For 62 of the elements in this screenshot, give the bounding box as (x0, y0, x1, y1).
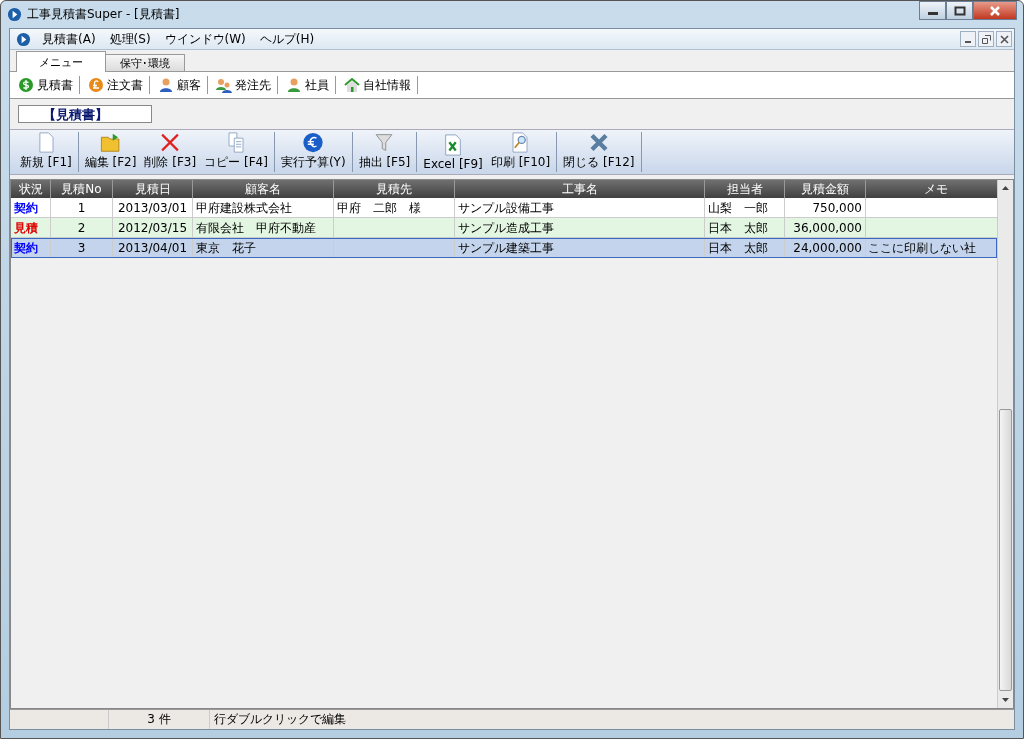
status-cell: 契約 (11, 238, 51, 258)
table-cell: 24,000,000 (785, 238, 866, 258)
toolbar-button[interactable]: 編集 [F2] (80, 130, 141, 174)
minimize-button[interactable] (960, 31, 976, 47)
menu-link[interactable]: 自社情報 (342, 76, 417, 94)
table-row[interactable]: 見積 2 2012/03/15 有限会社 甲府不動産 サンプル造成工事 日本 太郎 36,000,000 (11, 218, 997, 238)
maximize-button[interactable] (946, 1, 973, 20)
vertical-scrollbar[interactable] (997, 180, 1013, 708)
menu-link[interactable]: 発注先 (214, 76, 277, 94)
window-title: 工事見積書Super - [見積書] (27, 6, 180, 23)
person-icon (286, 77, 302, 93)
menu-link[interactable]: 顧客 (156, 76, 207, 94)
people-icon (216, 77, 232, 93)
table-cell: サンプル建築工事 (455, 238, 705, 258)
euro-coin-icon (302, 132, 325, 153)
delete-icon (159, 132, 182, 153)
minimize-icon (965, 40, 971, 43)
funnel-icon (373, 132, 396, 153)
status-hint: 行ダブルクリックで編集 (213, 711, 346, 728)
menu-link[interactable]: 注文書 (86, 76, 149, 94)
minimize-button[interactable] (919, 1, 946, 20)
table-row[interactable]: 契約 3 2013/04/01 東京 花子 サンプル建築工事 日本 太郎 24,000,000 ここに印刷しない社 (11, 238, 997, 258)
table-cell: 東京 花子 (193, 238, 334, 258)
tab[interactable]: メニュー (16, 51, 106, 72)
copy-icon (225, 132, 247, 153)
person-icon (158, 77, 174, 93)
scroll-thumb[interactable] (999, 409, 1012, 691)
restore-icon (981, 34, 991, 44)
toolbar-button[interactable]: 実行予算(Y) (276, 130, 350, 174)
record-count: 3 件 (109, 710, 210, 729)
dollar-coin-icon (18, 77, 34, 93)
toolbar-button[interactable]: コピー [F4] (200, 130, 272, 174)
minimize-icon (927, 12, 938, 15)
restore-button[interactable] (978, 31, 994, 47)
menu-item[interactable]: ウインドウ(W) (161, 30, 249, 48)
menu-item[interactable]: 処理(S) (106, 30, 154, 48)
toolbar-button[interactable]: Excel [F9] (419, 130, 487, 174)
table-cell: 2013/04/01 (113, 238, 193, 258)
close-button[interactable] (996, 31, 1012, 47)
toolbar-button[interactable]: 印刷 [F10] (486, 130, 555, 174)
menu-item[interactable]: 見積書(A) (39, 30, 99, 48)
section-title: 【見積書】 (18, 105, 152, 123)
app-icon (16, 31, 31, 47)
table-cell: 日本 太郎 (705, 238, 785, 258)
maximize-icon (953, 5, 966, 16)
tab[interactable]: 保守･環境 (105, 54, 185, 71)
toolbar-button[interactable]: 閉じる [F12] (559, 130, 639, 174)
menu-link[interactable]: 社員 (284, 76, 335, 94)
close-button[interactable] (973, 1, 1017, 20)
close-icon (999, 34, 1009, 44)
table-cell: 3 (51, 238, 113, 258)
menu-item[interactable]: ヘルプ(H) (256, 30, 318, 48)
table-row[interactable]: 契約 1 2013/03/01 甲府建設株式会社 甲府 二郎 様 サンプル設備工事 山梨 一郎 750,000 (11, 198, 997, 218)
pound-coin-icon (88, 77, 104, 93)
close-icon (989, 5, 1001, 16)
menu-link[interactable]: 見積書 (16, 76, 79, 94)
app-icon (7, 7, 22, 22)
toolbar-button[interactable]: 削除 [F3] (140, 130, 201, 174)
house-icon (344, 77, 360, 93)
toolbar-button[interactable]: 抽出 [F5] (354, 130, 415, 174)
toolbar-button[interactable]: 新規 [F1] (16, 130, 76, 174)
folder-icon (99, 132, 122, 153)
